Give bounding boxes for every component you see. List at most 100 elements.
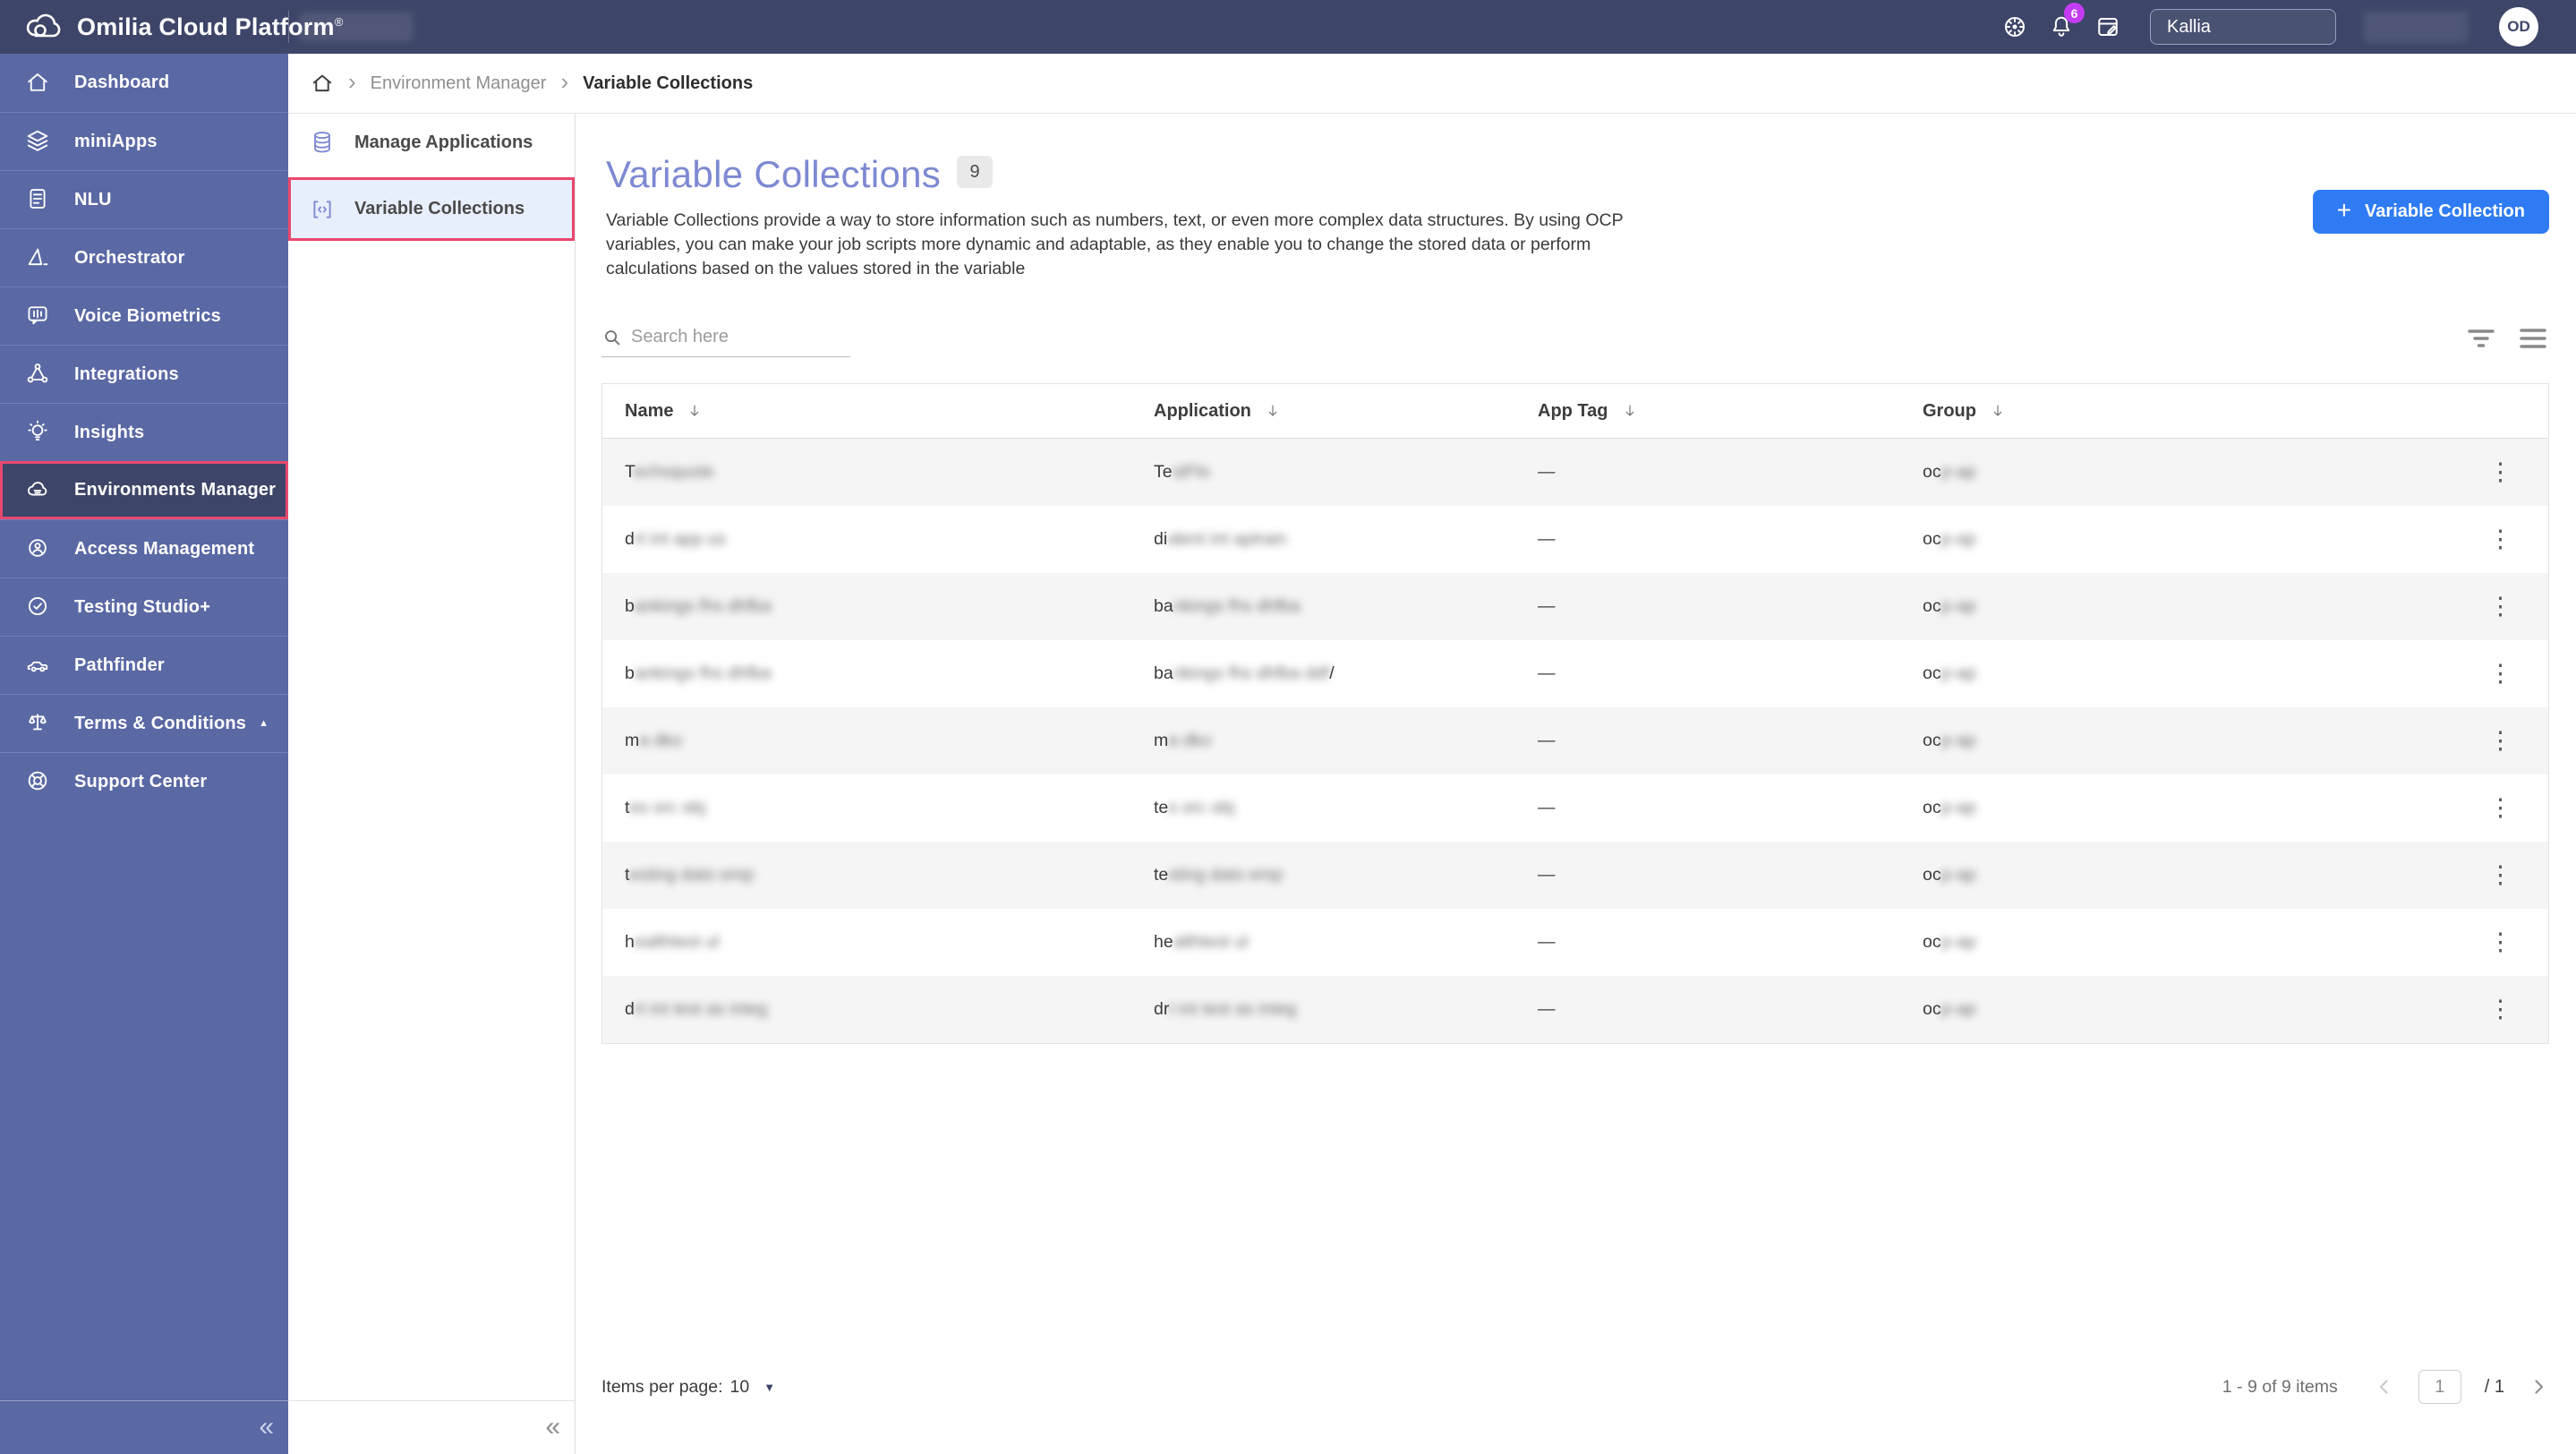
row-menu-button[interactable]: ⋮ <box>2481 725 2520 757</box>
brand-logo[interactable]: Omilia Cloud Platform® <box>23 0 344 54</box>
cell-app-tag: — <box>1538 529 1923 550</box>
table-row[interactable]: drt int app us dialent int aptrain — ocp… <box>602 506 2548 573</box>
items-per-page-label: Items per page: <box>601 1377 723 1398</box>
cloud-icon <box>25 477 52 504</box>
user-avatar[interactable]: OD <box>2499 7 2538 47</box>
bulb-icon <box>25 419 52 446</box>
column-header[interactable]: Application <box>1154 401 1538 422</box>
sidebar-item-environments-manager[interactable]: Environments Manager <box>0 461 288 519</box>
cell-actions: ⋮ <box>2379 792 2548 824</box>
page-total: / 1 <box>2485 1377 2504 1398</box>
sort-arrow-icon <box>686 402 704 420</box>
current-page-input[interactable]: 1 <box>2418 1370 2461 1404</box>
sidebar-item-dashboard[interactable]: Dashboard <box>0 54 288 112</box>
sidebar-item-label: Insights <box>74 423 144 443</box>
column-header[interactable]: Group <box>1923 401 2379 422</box>
sidebar-item-voice-biometrics[interactable]: Voice Biometrics <box>0 287 288 345</box>
cell-app-tag: — <box>1538 596 1923 617</box>
row-menu-button[interactable]: ⋮ <box>2481 658 2520 689</box>
breadcrumb-parent-link[interactable]: Environment Manager <box>371 73 547 94</box>
column-header-label: Group <box>1923 401 1976 422</box>
breadcrumb-separator: › <box>348 70 356 93</box>
cell-actions: ⋮ <box>2379 658 2548 689</box>
table-row[interactable]: healthtest ul healthtest ul — ocp-ap ⋮ <box>602 909 2548 976</box>
table-row[interactable]: ma dko ma dko — ocp-ap ⋮ <box>602 707 2548 774</box>
sidebar-item-support-center[interactable]: Support Center <box>0 752 288 810</box>
sidebar-item-label: Orchestrator <box>74 248 185 269</box>
document-icon <box>25 186 52 213</box>
row-menu-button[interactable]: ⋮ <box>2481 994 2520 1025</box>
gear-user-icon <box>25 535 52 562</box>
table-row[interactable]: bankings fhs dhfba bankings fhs dhfba — … <box>602 573 2548 640</box>
add-variable-collection-label: Variable Collection <box>2365 201 2525 222</box>
row-menu-button[interactable]: ⋮ <box>2481 927 2520 958</box>
table-row[interactable]: bankings fhs dhfba bankings fhs dhfba dd… <box>602 640 2548 707</box>
table-row[interactable]: drt int test as integ drt int test as in… <box>602 976 2548 1043</box>
car-icon <box>25 652 52 679</box>
row-menu-button[interactable]: ⋮ <box>2481 860 2520 891</box>
sidebar-item-access-management[interactable]: Access Management <box>0 519 288 577</box>
cell-actions: ⋮ <box>2379 927 2548 958</box>
cell-application: healthtest ul <box>1154 932 1538 953</box>
row-menu-button[interactable]: ⋮ <box>2481 591 2520 622</box>
cell-application: dialent int aptrain <box>1154 529 1538 550</box>
home-icon[interactable] <box>311 72 334 95</box>
cell-name: drt int test as integ <box>602 999 1154 1020</box>
previous-page-button[interactable] <box>2374 1376 2395 1398</box>
sidebar-item-label: Terms & Conditions <box>74 714 246 734</box>
items-per-page-control[interactable]: Items per page: 10 ▼ <box>601 1377 775 1398</box>
sidebar-item-insights[interactable]: Insights <box>0 403 288 461</box>
variable-collections-table: Name Application App Tag Group Techsquot… <box>601 383 2549 1044</box>
cell-app-tag: — <box>1538 731 1923 751</box>
release-notes-icon[interactable] <box>2094 13 2121 40</box>
sidebar-item-label: Integrations <box>74 364 179 385</box>
column-header-label: Application <box>1154 401 1251 422</box>
sidebar-item-testing-studio[interactable]: Testing Studio+ <box>0 577 288 636</box>
lifebuoy-icon <box>25 768 52 795</box>
title-row: Variable Collections 9 <box>606 153 993 196</box>
cell-app-tag: — <box>1538 932 1923 953</box>
sidebar-item-orchestrator[interactable]: Orchestrator <box>0 228 288 287</box>
row-menu-button[interactable]: ⋮ <box>2481 524 2520 555</box>
sidebar-item-integrations[interactable]: Integrations <box>0 345 288 403</box>
subnav-item-manage-applications[interactable]: Manage Applications <box>288 114 575 171</box>
help-icon[interactable] <box>2001 13 2028 40</box>
cell-group: ocp-ap <box>1923 865 2379 885</box>
page-description: Variable Collections provide a way to st… <box>606 209 1667 281</box>
row-menu-button[interactable]: ⋮ <box>2481 792 2520 824</box>
sidebar-item-label: Environments Manager <box>74 480 276 500</box>
next-page-button[interactable] <box>2528 1376 2549 1398</box>
cell-name: bankings fhs dhfba <box>602 596 1154 617</box>
subnav-item-variable-collections[interactable]: Variable Collections <box>288 177 575 241</box>
table-row[interactable]: tes orc obj tes orc obj — ocp-ap ⋮ <box>602 774 2548 842</box>
subnav-collapse-button[interactable]: « <box>545 1412 560 1442</box>
column-header[interactable]: Name <box>602 401 1154 422</box>
table-row[interactable]: Techsquote TestFlo — ocp-ap ⋮ <box>602 439 2548 506</box>
search-input[interactable] <box>631 327 868 347</box>
sidebar-item-label: miniApps <box>74 132 158 152</box>
database-icon <box>310 130 335 155</box>
topbar-divider <box>288 11 289 43</box>
table-body: Techsquote TestFlo — ocp-ap ⋮ drt int ap… <box>602 439 2548 1043</box>
cell-app-tag: — <box>1538 462 1923 483</box>
column-header[interactable]: App Tag <box>1538 401 1923 422</box>
sidebar-collapse-button[interactable]: « <box>259 1412 274 1442</box>
filter-icon[interactable] <box>2466 325 2496 352</box>
list-view-icon[interactable] <box>2518 325 2548 352</box>
cell-group: ocp-ap <box>1923 731 2379 751</box>
sidebar-item-terms-conditions[interactable]: Terms & Conditions ▲ <box>0 694 288 752</box>
environment-selector[interactable]: Kallia <box>2150 9 2336 45</box>
sidebar-item-miniapps[interactable]: miniApps <box>0 112 288 170</box>
table-row[interactable]: testing dato emp testing dato emp — ocp-… <box>602 842 2548 909</box>
collapse-up-icon[interactable]: ▲ <box>259 718 269 729</box>
subnav-panel: Manage Applications Variable Collections… <box>288 114 576 1454</box>
topbar: Omilia Cloud Platform® 6 Kallia <box>0 0 2576 54</box>
cell-group: ocp-ap <box>1923 932 2379 953</box>
add-variable-collection-button[interactable]: + Variable Collection <box>2313 190 2549 234</box>
sidebar-item-pathfinder[interactable]: Pathfinder <box>0 636 288 694</box>
notification-count-badge: 6 <box>2064 3 2085 23</box>
row-menu-button[interactable]: ⋮ <box>2481 457 2520 488</box>
subnav-item-label: Manage Applications <box>354 133 533 153</box>
sidebar-item-nlu[interactable]: NLU <box>0 170 288 228</box>
column-header-label: Name <box>625 401 673 422</box>
